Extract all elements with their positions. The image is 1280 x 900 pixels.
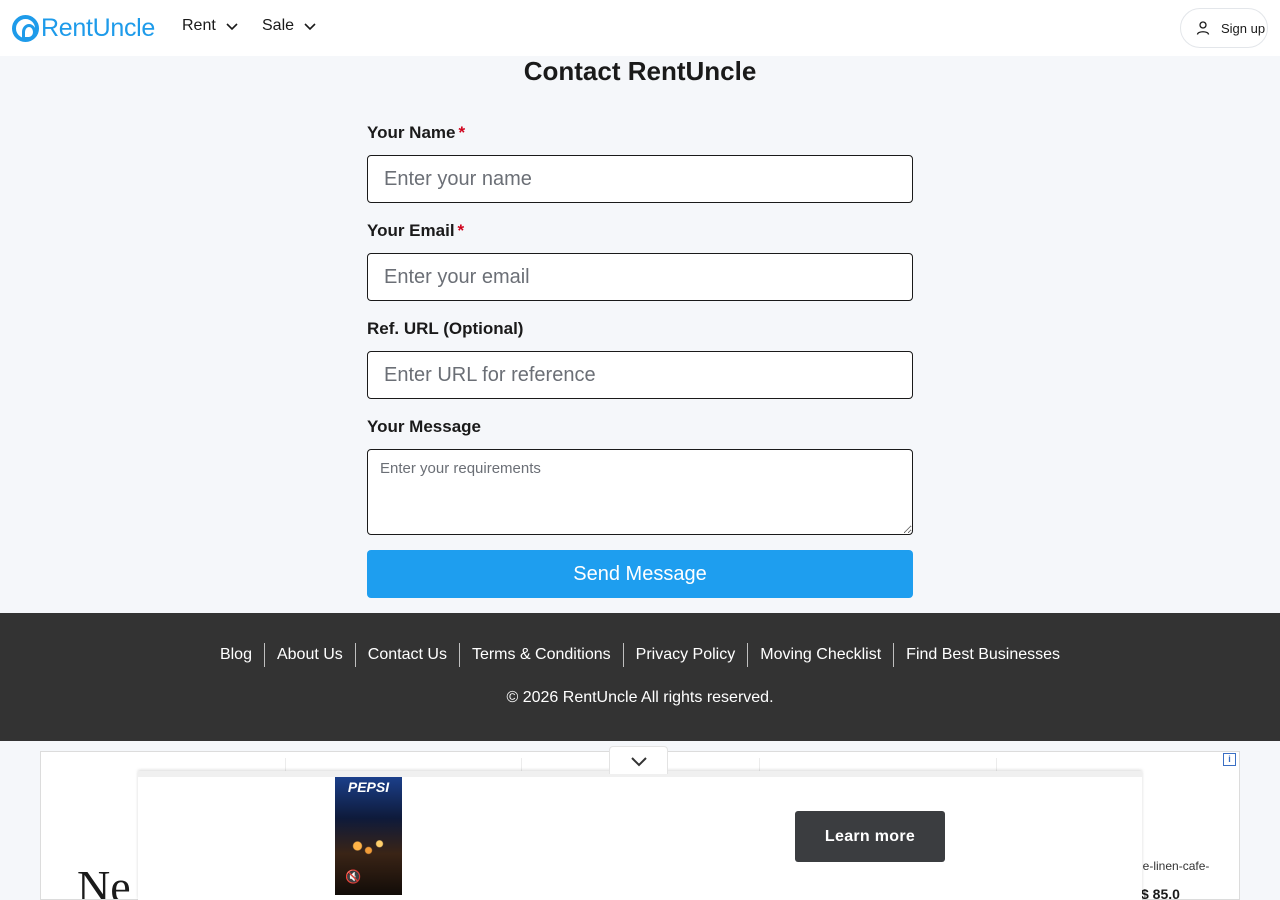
ad-video[interactable]: PEPSI 🔇 — [335, 777, 402, 895]
footer-link-find-businesses[interactable]: Find Best Businesses — [894, 643, 1072, 667]
email-label: Your Email * — [367, 221, 465, 240]
footer-link-privacy[interactable]: Privacy Policy — [624, 643, 749, 667]
footer-link-blog[interactable]: Blog — [208, 643, 265, 667]
rentuncle-logo[interactable]: RentUncle — [12, 14, 155, 43]
footer-link-terms[interactable]: Terms & Conditions — [460, 643, 624, 667]
chevron-down-icon — [226, 23, 238, 31]
site-footer: Blog About Us Contact Us Terms & Conditi… — [0, 613, 1280, 741]
learn-more-button[interactable]: Learn more — [795, 811, 945, 862]
chevron-down-icon — [630, 756, 647, 766]
copyright-text: © 2026 RentUncle All rights reserved. — [506, 689, 774, 706]
nav-rent-label: Rent — [182, 17, 216, 34]
ad-info-icon[interactable]: i — [1223, 753, 1236, 766]
ad-video-scene — [341, 835, 396, 857]
footer-link-contact-us[interactable]: Contact Us — [356, 643, 460, 667]
email-input[interactable] — [367, 253, 913, 301]
ad-video-brand: PEPSI — [347, 779, 390, 795]
required-mark: * — [457, 221, 465, 240]
nav-rent[interactable]: Rent — [182, 17, 239, 35]
logo-mark-icon — [12, 15, 39, 42]
site-header: RentUncle Rent Sale Sign up — [0, 0, 1280, 56]
sticky-video-ad[interactable]: PEPSI 🔇 Learn more — [138, 771, 1142, 900]
ad-product-price: $ 85.0 — [1141, 886, 1180, 900]
ref-url-label: Ref. URL (Optional) — [367, 319, 524, 338]
ref-url-input[interactable] — [367, 351, 913, 399]
ad-product-name: he-linen-cafe- — [1136, 859, 1210, 873]
muted-speaker-icon[interactable]: 🔇 — [345, 869, 361, 885]
footer-link-moving-checklist[interactable]: Moving Checklist — [748, 643, 895, 667]
footer-link-about-us[interactable]: About Us — [265, 643, 356, 667]
sign-up-button[interactable]: Sign up — [1180, 8, 1268, 48]
page-title: Contact RentUncle — [523, 56, 757, 86]
message-label: Your Message — [367, 417, 482, 436]
nav-sale[interactable]: Sale — [262, 17, 317, 35]
user-icon — [1196, 21, 1210, 35]
name-input[interactable] — [367, 155, 913, 203]
chevron-down-icon — [304, 23, 316, 31]
sign-up-label: Sign up — [1221, 20, 1266, 36]
name-label: Your Name * — [367, 123, 466, 142]
ad-headline: Ne — [77, 861, 131, 900]
required-mark: * — [458, 123, 466, 142]
footer-links: Blog About Us Contact Us Terms & Conditi… — [0, 643, 1280, 667]
send-message-button[interactable]: Send Message — [367, 550, 913, 598]
nav-sale-label: Sale — [262, 17, 295, 34]
collapse-ad-button[interactable] — [609, 746, 668, 774]
message-textarea[interactable] — [367, 449, 913, 535]
logo-text: RentUncle — [41, 14, 156, 42]
